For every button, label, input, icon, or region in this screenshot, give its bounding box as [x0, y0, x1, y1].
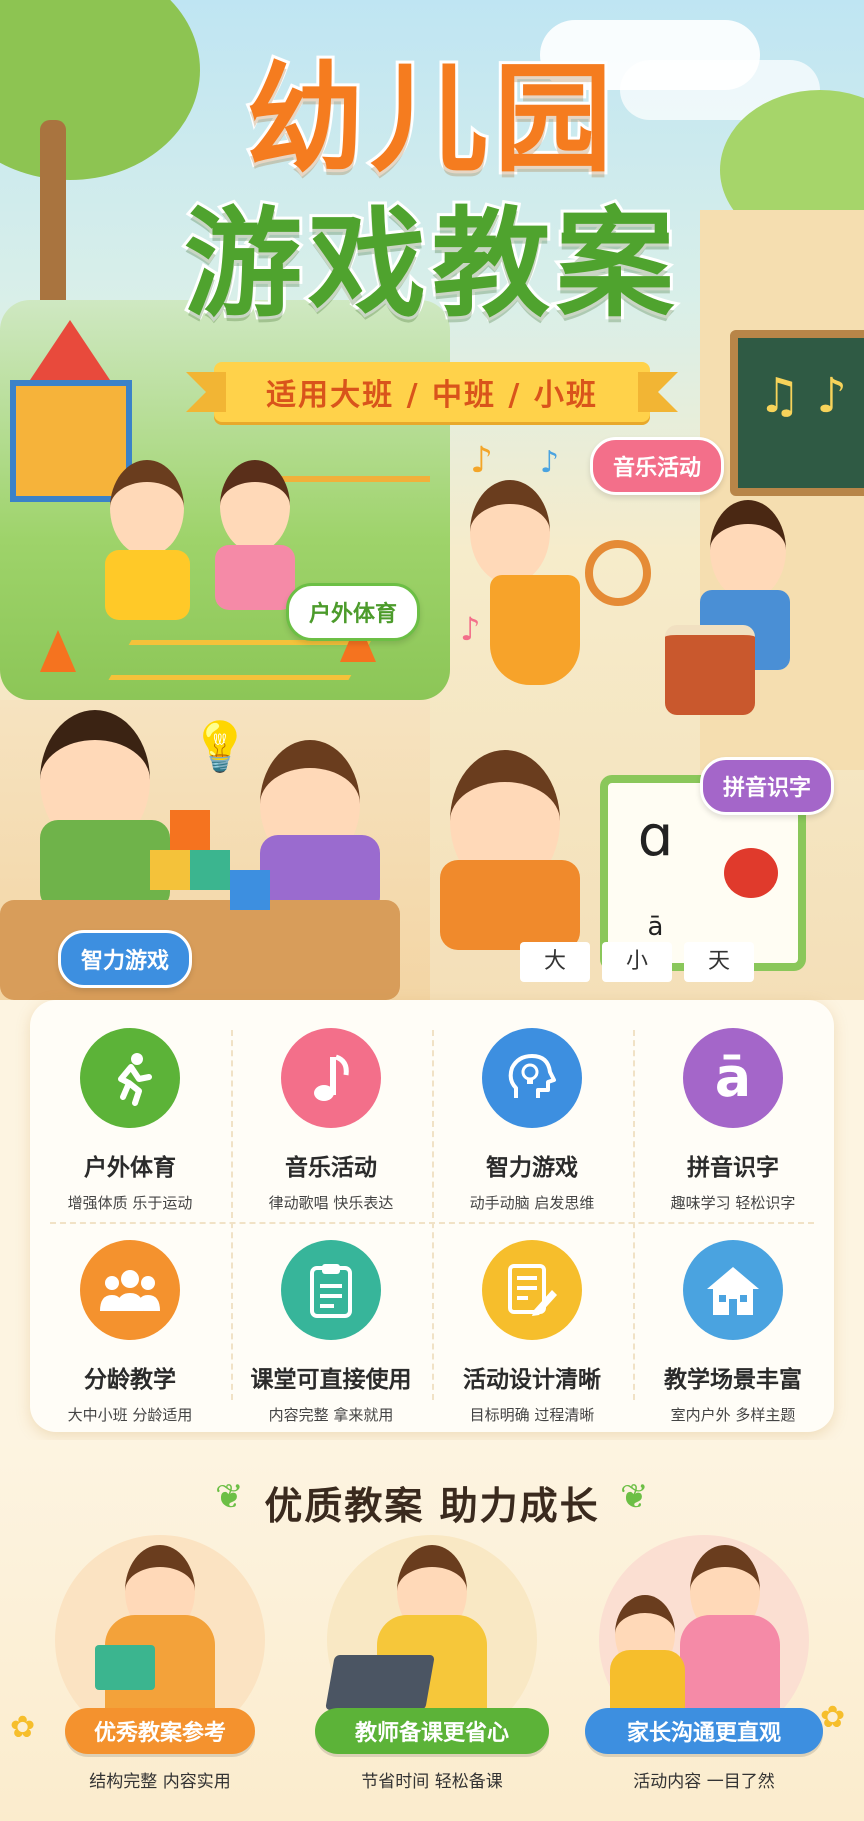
feature-title: 分龄教学 — [84, 1367, 176, 1393]
feature-subtitle: 增强体质 乐于运动 — [67, 1194, 193, 1212]
feature-ready-to-use: 课堂可直接使用 内容完整 拿来就用 — [236, 1222, 426, 1424]
chalkboard: ♫ ♪ — [730, 330, 864, 496]
girl-dress — [490, 575, 580, 685]
feature-subtitle: 动手动脑 启发思维 — [469, 1194, 595, 1212]
feature-title: 教学场景丰富 — [664, 1367, 802, 1393]
laptop-icon — [325, 1655, 435, 1710]
feature-age-groups: 分龄教学 大中小班 分龄适用 — [35, 1222, 225, 1424]
section-title: 优质教案 助力成长 — [264, 1484, 600, 1528]
char-card: 大 — [520, 942, 590, 982]
music-note-icon: ♪ — [460, 610, 481, 648]
block — [150, 850, 190, 890]
girl-shirt — [440, 860, 580, 950]
girl-running — [220, 460, 290, 552]
feature-subtitle: 内容完整 拿来就用 — [268, 1406, 394, 1424]
book-icon — [95, 1645, 155, 1690]
girl-tambourine — [470, 480, 550, 584]
benefit-label: 教师备课更省心 — [315, 1708, 549, 1754]
block — [190, 850, 230, 890]
feature-pinyin: ā 拼音识字 趣味学习 轻松识字 — [638, 1010, 828, 1212]
girl-shirt — [215, 545, 295, 610]
music-note-icon — [281, 1028, 381, 1128]
label-outdoor: 户外体育 — [286, 583, 421, 641]
cone — [40, 630, 76, 672]
feature-title: 活动设计清晰 — [463, 1367, 601, 1393]
pinyin-letter: ɑ — [637, 804, 674, 870]
boy-shirt — [105, 550, 190, 620]
boy-drum — [710, 500, 786, 600]
child-body — [610, 1650, 685, 1715]
feature-subtitle: 目标明确 过程清晰 — [469, 1406, 595, 1424]
apple-icon — [723, 848, 778, 898]
feature-title: 户外体育 — [84, 1155, 176, 1181]
title-line1: 幼儿园 — [243, 50, 618, 188]
subtitle-text: 适用大班 / 中班 / 小班 — [266, 378, 598, 413]
character-cards: 大 小 天 — [520, 942, 754, 982]
drum — [665, 625, 755, 715]
char-card: 天 — [684, 942, 754, 982]
pinyin-a-icon: ā — [683, 1028, 783, 1128]
tambourine — [585, 540, 651, 606]
benefit-subtitle: 节省时间 轻松备课 — [361, 1772, 503, 1792]
char-card: 小 — [602, 942, 672, 982]
feature-clear-design: 活动设计清晰 目标明确 过程清晰 — [437, 1222, 627, 1424]
feature-subtitle: 趣味学习 轻松识字 — [670, 1194, 796, 1212]
agility-ladder — [108, 640, 372, 680]
brain-bulb-icon — [482, 1028, 582, 1128]
benefit-subtitle: 活动内容 一目了然 — [633, 1772, 775, 1792]
feature-title: 音乐活动 — [285, 1155, 377, 1181]
feature-music: 音乐活动 律动歌唱 快乐表达 — [236, 1010, 426, 1212]
school-house-icon — [683, 1240, 783, 1340]
label-pinyin: 拼音识字 — [700, 757, 835, 815]
mother-body — [680, 1615, 780, 1715]
title-line2: 游戏教案 — [181, 195, 680, 333]
slide-roof — [30, 320, 110, 380]
subtitle-ribbon: 适用大班 / 中班 / 小班 — [186, 362, 678, 422]
group-people-icon — [80, 1240, 180, 1340]
benefit-subtitle: 结构完整 内容实用 — [89, 1772, 231, 1792]
block — [230, 870, 270, 910]
feature-subtitle: 律动歌唱 快乐表达 — [268, 1194, 394, 1212]
divider — [432, 1030, 434, 1400]
feature-outdoor: 户外体育 增强体质 乐于运动 — [35, 1010, 225, 1212]
label-puzzle: 智力游戏 — [58, 930, 193, 988]
feature-title: 拼音识字 — [687, 1155, 779, 1181]
block — [170, 810, 210, 850]
feature-subtitle: 室内户外 多样主题 — [670, 1406, 796, 1424]
feature-title: 课堂可直接使用 — [250, 1367, 412, 1393]
divider — [231, 1030, 233, 1400]
music-note-icon: ♪ — [470, 440, 493, 481]
boy-running — [110, 460, 184, 556]
feature-title: 智力游戏 — [486, 1155, 578, 1181]
pinyin-tone-letter: ā — [647, 911, 664, 942]
feature-subtitle: 大中小班 分龄适用 — [67, 1406, 193, 1424]
lightbulb-icon: 💡 — [190, 719, 250, 775]
divider — [633, 1030, 635, 1400]
feature-scenes: 教学场景丰富 室内户外 多样主题 — [638, 1222, 828, 1424]
flower-icon: ✿ — [820, 1700, 846, 1735]
edit-document-icon — [482, 1240, 582, 1340]
benefit-label: 家长沟通更直观 — [585, 1708, 823, 1754]
music-note-icon: ♪ — [540, 445, 560, 480]
flower-icon: ✿ — [10, 1710, 36, 1745]
label-music: 音乐活动 — [590, 437, 725, 495]
running-person-icon — [80, 1028, 180, 1128]
benefit-label: 优秀教案参考 — [65, 1708, 255, 1754]
features-card: 户外体育 增强体质 乐于运动 音乐活动 律动歌唱 快乐表达 智力游戏 动手动脑 … — [30, 1000, 834, 1432]
clipboard-icon — [281, 1240, 381, 1340]
feature-puzzle: 智力游戏 动手动脑 启发思维 — [437, 1010, 627, 1212]
